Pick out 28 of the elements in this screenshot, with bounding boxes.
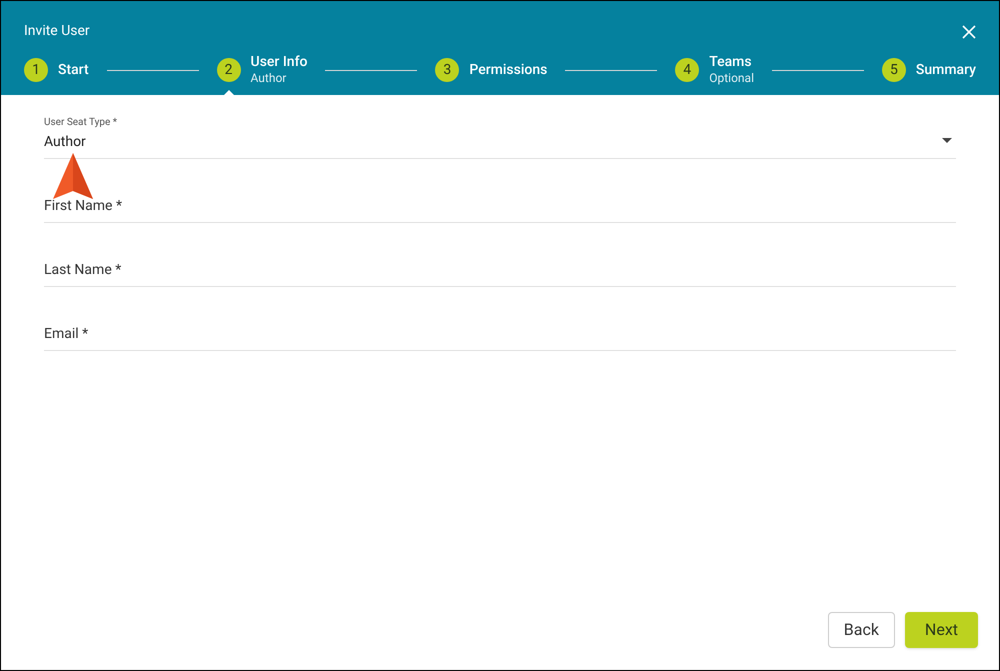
step-number: 2 bbox=[216, 58, 241, 82]
dropdown-caret-icon bbox=[942, 138, 952, 143]
field-label: User Seat Type * bbox=[44, 116, 118, 130]
step-label: Teams bbox=[709, 54, 753, 70]
step-number: 4 bbox=[675, 58, 700, 82]
wizard-step[interactable]: 2 User Info Author bbox=[216, 54, 308, 86]
close-icon[interactable] bbox=[962, 24, 976, 38]
step-label: Summary bbox=[916, 62, 976, 78]
wizard-step[interactable]: 5 Summary bbox=[882, 58, 976, 82]
wizard-step[interactable]: 3 Permissions bbox=[435, 58, 548, 82]
wizard-step[interactable]: 4 Teams Optional bbox=[675, 54, 754, 86]
text-field[interactable]: Email * bbox=[44, 287, 956, 351]
field-value: Author bbox=[44, 133, 86, 152]
step-number: 3 bbox=[435, 58, 460, 82]
seat-type-select[interactable]: User Seat Type * Author bbox=[44, 95, 956, 159]
step-sublabel: Optional bbox=[709, 70, 754, 86]
back-button[interactable]: Back bbox=[828, 612, 895, 648]
wizard-step[interactable]: 1 Start bbox=[24, 58, 89, 82]
step-label: Permissions bbox=[469, 62, 548, 78]
step-number: 1 bbox=[24, 58, 48, 82]
next-button[interactable]: Next bbox=[904, 612, 978, 648]
step-number: 5 bbox=[882, 58, 906, 82]
text-field[interactable]: Last Name * bbox=[44, 223, 956, 287]
step-label: User Info bbox=[250, 54, 308, 70]
step-label: Start bbox=[58, 62, 89, 78]
pointer-arrow-icon bbox=[53, 153, 93, 201]
dialog-title: Invite User bbox=[24, 22, 90, 41]
step-sublabel: Author bbox=[250, 70, 288, 86]
